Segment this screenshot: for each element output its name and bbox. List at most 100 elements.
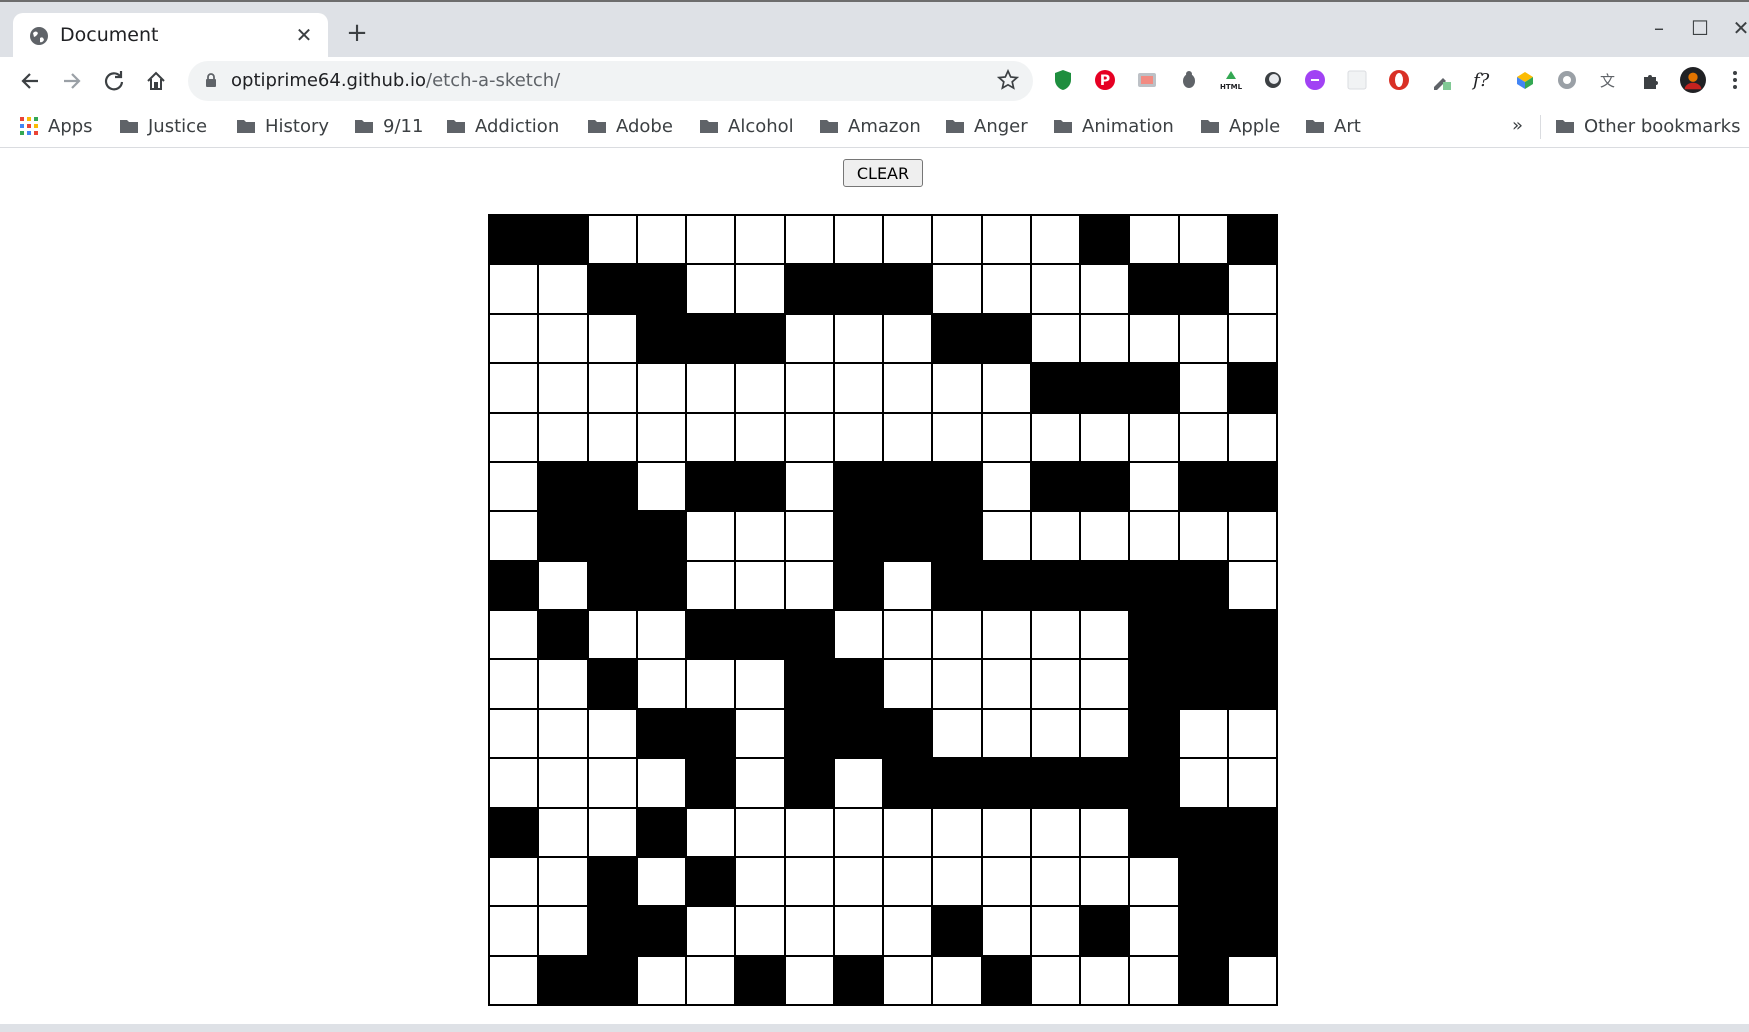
- grid-cell[interactable]: [981, 461, 1031, 512]
- bookmark-other-bookmarks[interactable]: Other bookmarks: [1556, 113, 1740, 139]
- grid-cell[interactable]: [735, 461, 785, 512]
- grid-cell[interactable]: [981, 215, 1031, 265]
- grid-cell[interactable]: [489, 313, 539, 364]
- grid-cell[interactable]: [1129, 215, 1179, 265]
- grid-cell[interactable]: [784, 758, 834, 808]
- grid-cell[interactable]: [735, 708, 785, 759]
- grid-cell[interactable]: [686, 807, 736, 857]
- grid-cell[interactable]: [735, 264, 785, 314]
- grid-cell[interactable]: [932, 807, 982, 857]
- grid-cell[interactable]: [981, 708, 1031, 759]
- grid-cell[interactable]: [686, 264, 736, 314]
- grid-cell[interactable]: [636, 313, 686, 364]
- grid-cell[interactable]: [1129, 560, 1179, 610]
- grid-cell[interactable]: [735, 659, 785, 709]
- grid-cell[interactable]: [833, 461, 883, 512]
- grid-cell[interactable]: [489, 708, 539, 759]
- bookmark-amazon[interactable]: Amazon: [820, 113, 921, 139]
- grid-cell[interactable]: [1080, 610, 1130, 660]
- grid-cell[interactable]: [833, 758, 883, 808]
- grid-cell[interactable]: [1030, 313, 1080, 364]
- avatar[interactable]: [1680, 67, 1706, 93]
- grid-cell[interactable]: [1178, 412, 1228, 462]
- grid-cell[interactable]: [636, 412, 686, 462]
- grid-cell[interactable]: [1080, 758, 1130, 808]
- grid-cell[interactable]: [932, 758, 982, 808]
- grid-cell[interactable]: [1030, 264, 1080, 314]
- grid-cell[interactable]: [1227, 363, 1277, 413]
- grid-cell[interactable]: [981, 313, 1031, 364]
- grid-cell[interactable]: [1227, 807, 1277, 857]
- grid-cell[interactable]: [883, 906, 933, 956]
- grid-cell[interactable]: [833, 363, 883, 413]
- grid-cell[interactable]: [1129, 659, 1179, 709]
- grid-cell[interactable]: [686, 412, 736, 462]
- grid-cell[interactable]: [636, 955, 686, 1005]
- grid-cell[interactable]: [1129, 511, 1179, 561]
- grid-cell[interactable]: [1129, 906, 1179, 956]
- grid-cell[interactable]: [784, 807, 834, 857]
- grid-cell[interactable]: [981, 955, 1031, 1005]
- grid-cell[interactable]: [833, 856, 883, 907]
- grid-cell[interactable]: [981, 363, 1031, 413]
- grid-cell[interactable]: [538, 461, 588, 512]
- grid-cell[interactable]: [1080, 363, 1130, 413]
- grid-cell[interactable]: [686, 215, 736, 265]
- bookmark-star-icon[interactable]: [996, 68, 1020, 95]
- grid-cell[interactable]: [587, 708, 637, 759]
- grid-cell[interactable]: [1227, 560, 1277, 610]
- grid-cell[interactable]: [686, 610, 736, 660]
- grid-cell[interactable]: [686, 955, 736, 1005]
- grid-cell[interactable]: [1080, 313, 1130, 364]
- grid-cell[interactable]: [833, 313, 883, 364]
- grid-cell[interactable]: [932, 856, 982, 907]
- grid-cell[interactable]: [1227, 511, 1277, 561]
- grid-cell[interactable]: [735, 856, 785, 907]
- grid-cell[interactable]: [587, 659, 637, 709]
- grid-cell[interactable]: [538, 363, 588, 413]
- grid-cell[interactable]: [1227, 412, 1277, 462]
- bookmarks-overflow-button[interactable]: »: [1512, 115, 1523, 136]
- grid-cell[interactable]: [784, 708, 834, 759]
- grid-cell[interactable]: [1129, 807, 1179, 857]
- grid-cell[interactable]: [636, 511, 686, 561]
- grid-cell[interactable]: [1129, 955, 1179, 1005]
- grid-cell[interactable]: [784, 363, 834, 413]
- grid-cell[interactable]: [981, 610, 1031, 660]
- grid-cell[interactable]: [1178, 758, 1228, 808]
- grid-cell[interactable]: [1178, 363, 1228, 413]
- grid-cell[interactable]: [686, 313, 736, 364]
- grid-cell[interactable]: [587, 906, 637, 956]
- grid-cell[interactable]: [1178, 856, 1228, 907]
- grid-cell[interactable]: [636, 659, 686, 709]
- grid-cell[interactable]: [686, 758, 736, 808]
- grid-cell[interactable]: [1178, 264, 1228, 314]
- grid-cell[interactable]: [883, 610, 933, 660]
- circle-icon[interactable]: [1260, 67, 1286, 93]
- grid-cell[interactable]: [784, 955, 834, 1005]
- grid-cell[interactable]: [883, 659, 933, 709]
- grid-cell[interactable]: [489, 610, 539, 660]
- grid-cell[interactable]: [489, 412, 539, 462]
- grid-cell[interactable]: [1080, 955, 1130, 1005]
- blank-icon[interactable]: [1344, 67, 1370, 93]
- grid-cell[interactable]: [883, 215, 933, 265]
- grid-cell[interactable]: [686, 856, 736, 907]
- grid-cell[interactable]: [587, 461, 637, 512]
- address-bar[interactable]: optiprime64.github.io/etch-a-sketch/: [188, 61, 1033, 101]
- grid-cell[interactable]: [833, 215, 883, 265]
- grid-cell[interactable]: [1080, 560, 1130, 610]
- grid-cell[interactable]: [1080, 461, 1130, 512]
- grid-cell[interactable]: [1178, 955, 1228, 1005]
- grid-cell[interactable]: [1080, 511, 1130, 561]
- grid-cell[interactable]: [587, 215, 637, 265]
- grid-cell[interactable]: [932, 610, 982, 660]
- clear-button[interactable]: CLEAR: [843, 159, 923, 187]
- grid-cell[interactable]: [1227, 659, 1277, 709]
- grid-cell[interactable]: [1129, 708, 1179, 759]
- grid-cell[interactable]: [538, 412, 588, 462]
- grid-cell[interactable]: [1080, 659, 1130, 709]
- grid-cell[interactable]: [735, 906, 785, 956]
- grid-cell[interactable]: [1030, 955, 1080, 1005]
- grid-cell[interactable]: [1129, 758, 1179, 808]
